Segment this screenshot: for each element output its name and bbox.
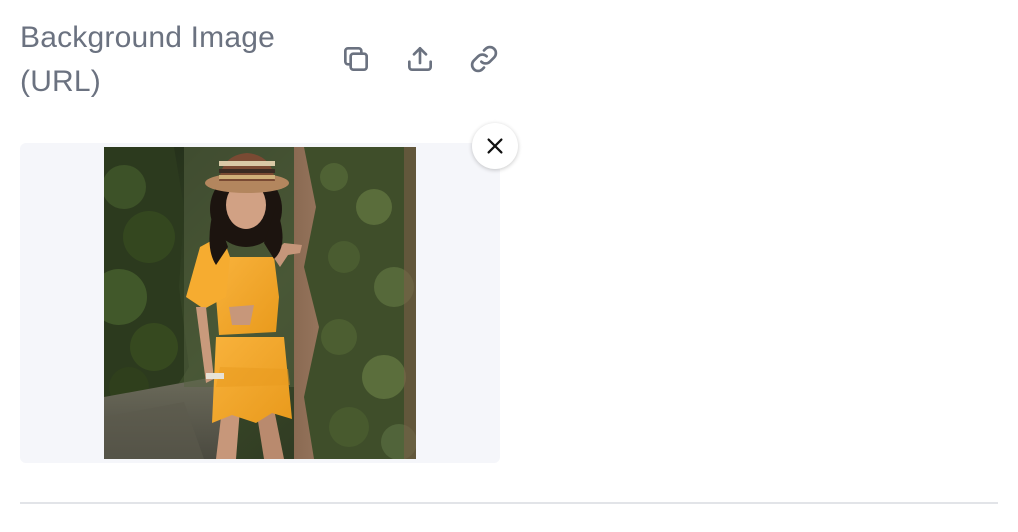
background-image-preview — [104, 147, 416, 459]
link-button[interactable] — [465, 40, 503, 78]
photo-illustration — [104, 147, 416, 459]
image-preview-container — [20, 143, 500, 463]
close-icon — [487, 138, 503, 154]
link-icon — [470, 45, 498, 73]
field-label: Background Image (URL) — [20, 21, 276, 98]
upload-icon — [408, 47, 432, 71]
divider — [20, 502, 998, 504]
copy-button[interactable] — [337, 40, 375, 78]
copy-icon — [344, 47, 368, 71]
remove-image-button[interactable] — [472, 123, 518, 169]
upload-button[interactable] — [401, 40, 439, 78]
